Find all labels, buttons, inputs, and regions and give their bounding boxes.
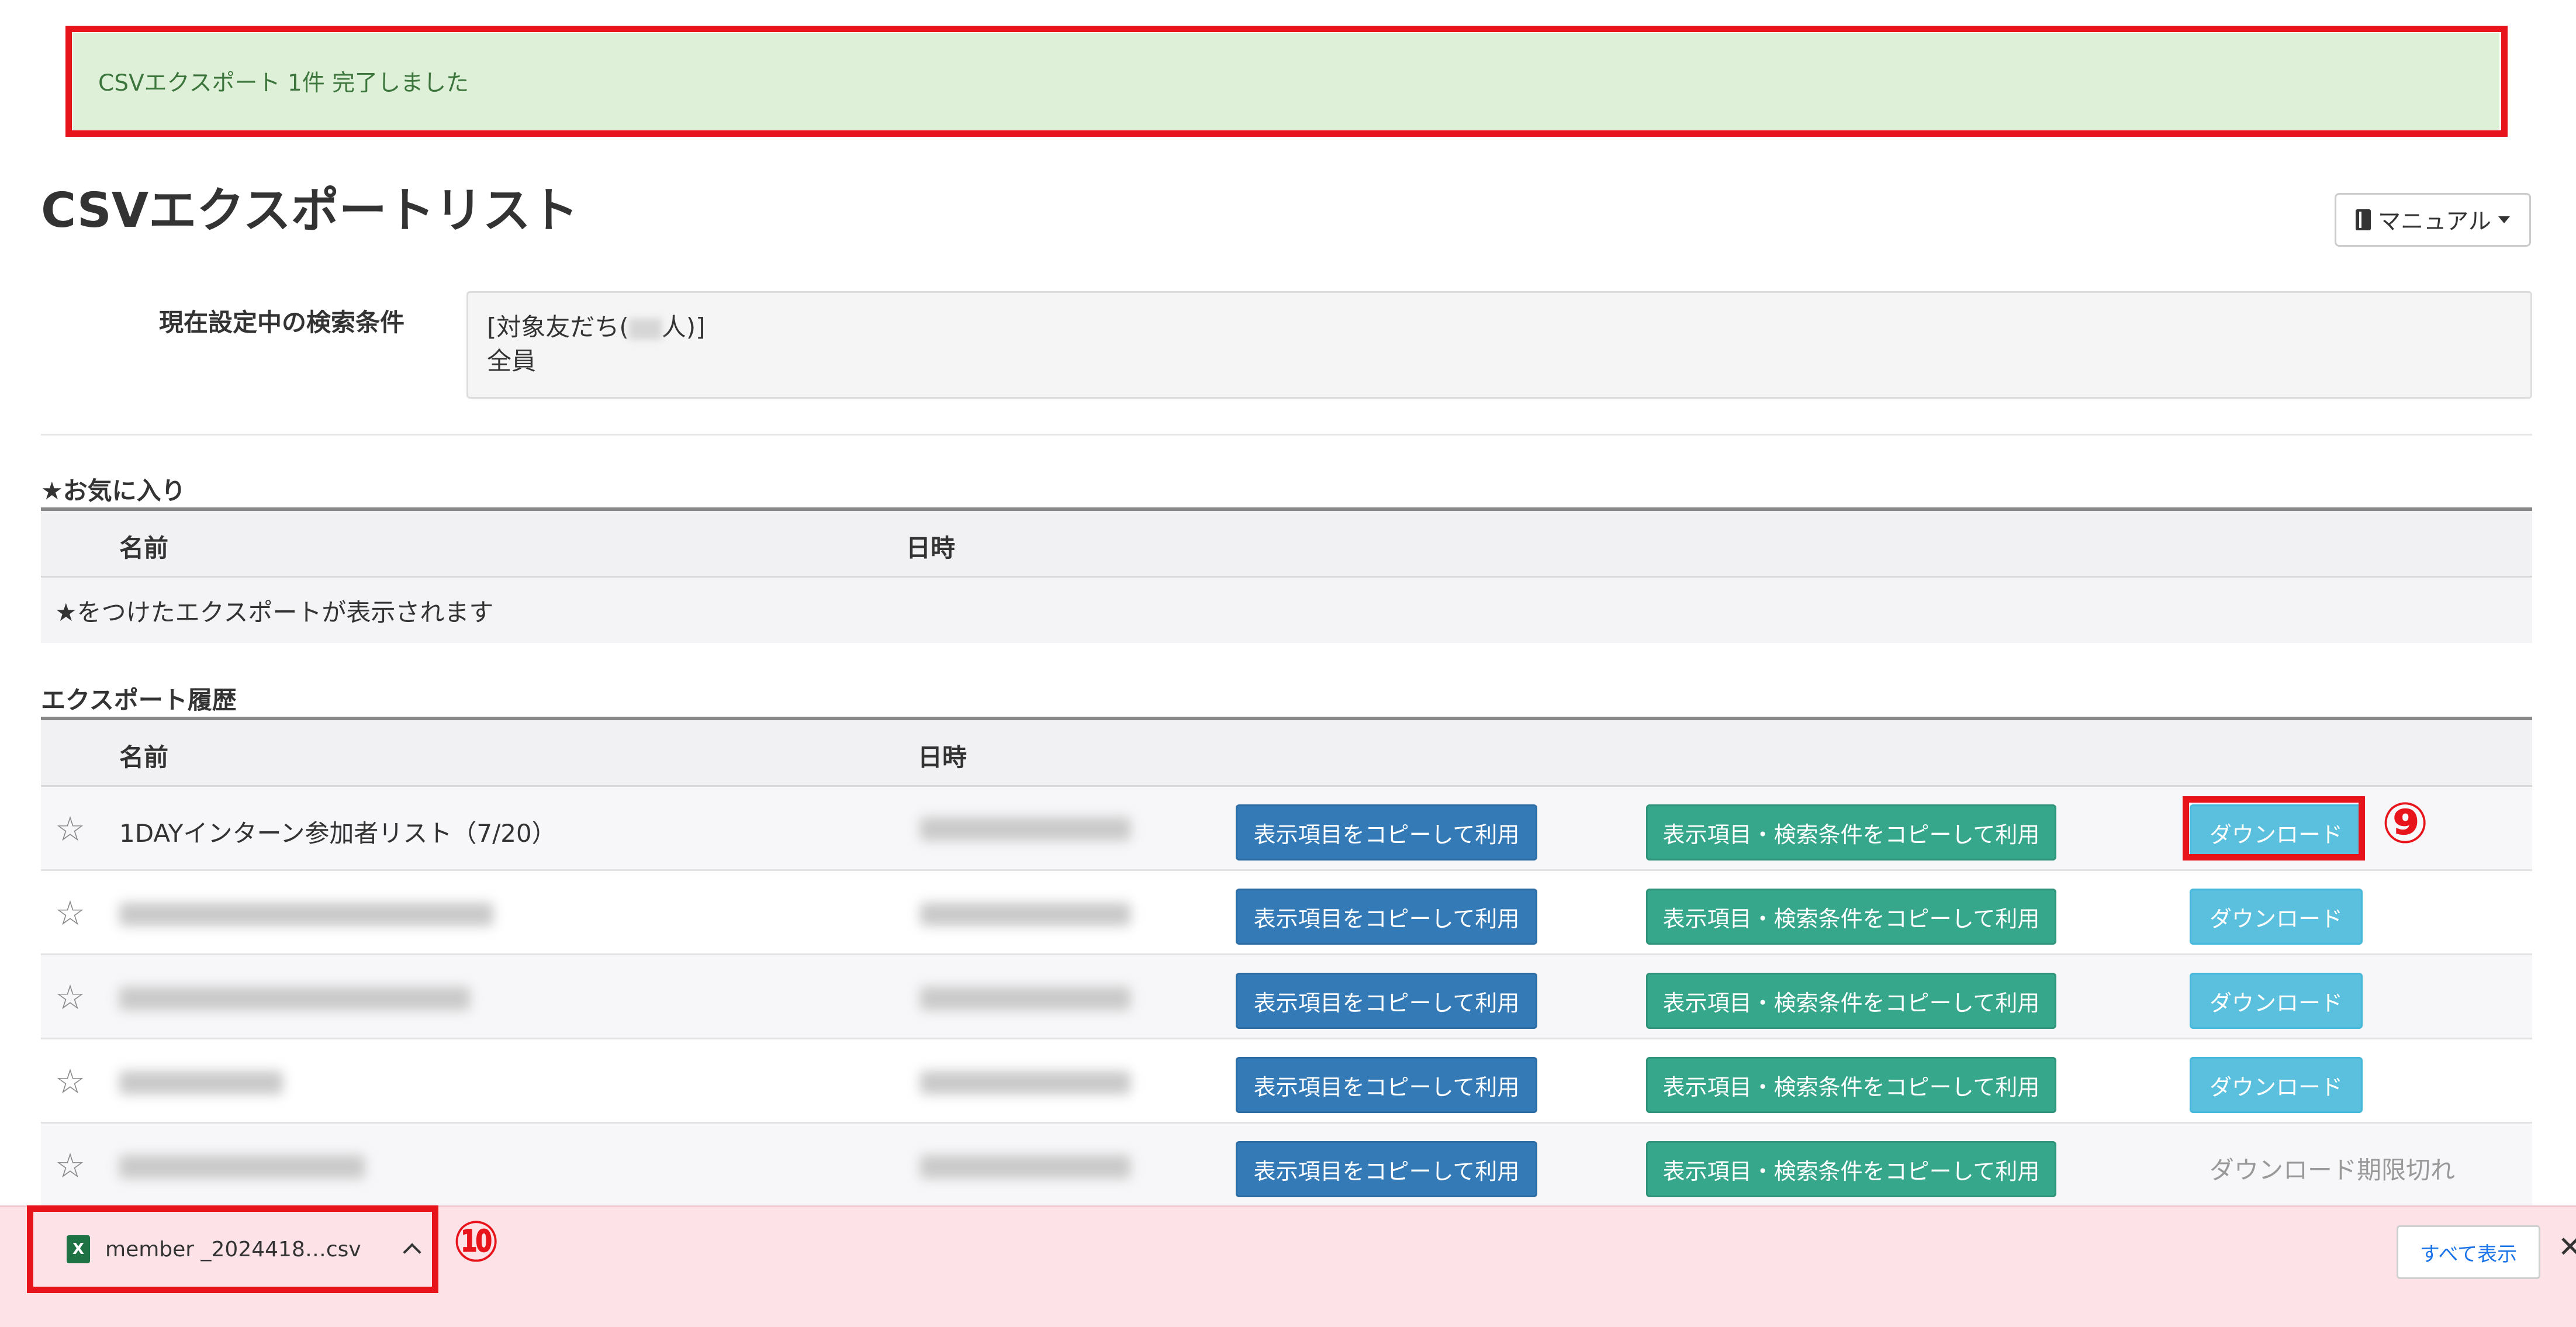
copy-fields-button[interactable]: 表示項目をコピーして利用 bbox=[1236, 804, 1537, 861]
favorites-title: ★お気に入り bbox=[41, 476, 186, 505]
copy-fields-conditions-button[interactable]: 表示項目・検索条件をコピーして利用 bbox=[1646, 804, 2056, 861]
favorites-table-header: 名前 日時 bbox=[41, 507, 2532, 578]
star-outline-icon[interactable]: ☆ bbox=[55, 893, 85, 933]
manual-dropdown-button[interactable]: マニュアル bbox=[2335, 193, 2531, 247]
redacted-date bbox=[920, 1071, 1130, 1094]
table-row: ☆ 表示項目をコピーして利用 表示項目・検索条件をコピーして利用 ダウンロード期… bbox=[41, 1124, 2532, 1208]
export-name: 1DAYインターン参加者リスト（7/20） bbox=[119, 819, 556, 848]
table-row: ☆ 表示項目をコピーして利用 表示項目・検索条件をコピーして利用 ダウンロード bbox=[41, 955, 2532, 1039]
condition-line-1-suffix: 人)] bbox=[661, 313, 706, 341]
redacted-date bbox=[920, 987, 1130, 1010]
copy-fields-button[interactable]: 表示項目をコピーして利用 bbox=[1236, 973, 1537, 1029]
highlight-box-file bbox=[27, 1205, 438, 1293]
step-marker-9: ⑨ bbox=[2381, 790, 2429, 856]
column-date: 日時 bbox=[918, 743, 967, 772]
star-outline-icon[interactable]: ☆ bbox=[55, 1062, 85, 1101]
show-all-button[interactable]: すべて表示 bbox=[2397, 1225, 2540, 1279]
page-title: CSVエクスポートリスト bbox=[41, 183, 579, 239]
redacted-name bbox=[119, 1155, 365, 1179]
copy-fields-button[interactable]: 表示項目をコピーして利用 bbox=[1236, 1141, 1537, 1197]
redacted-count bbox=[628, 318, 662, 340]
caret-down-icon bbox=[2498, 216, 2510, 223]
copy-fields-conditions-button[interactable]: 表示項目・検索条件をコピーして利用 bbox=[1646, 1057, 2056, 1113]
redacted-name bbox=[119, 1071, 283, 1094]
column-name: 名前 bbox=[119, 534, 169, 562]
redacted-date bbox=[920, 903, 1130, 926]
download-button[interactable]: ダウンロード bbox=[2190, 889, 2363, 945]
star-outline-icon[interactable]: ☆ bbox=[55, 809, 85, 849]
redacted-name bbox=[119, 903, 493, 926]
favorites-empty-row: ★をつけたエクスポートが表示されます bbox=[41, 578, 2532, 643]
manual-label: マニュアル bbox=[2378, 209, 2491, 235]
star-outline-icon[interactable]: ☆ bbox=[55, 1146, 85, 1186]
column-date: 日時 bbox=[906, 534, 956, 562]
search-condition-box: [対象友だち( 人)] 全員 bbox=[466, 291, 2532, 399]
download-expired-text: ダウンロード期限切れ bbox=[2210, 1156, 2456, 1184]
copy-fields-conditions-button[interactable]: 表示項目・検索条件をコピーして利用 bbox=[1646, 973, 2056, 1029]
step-marker-10: ⑩ bbox=[452, 1209, 500, 1274]
condition-line-1: [対象友だち( 人)] bbox=[487, 310, 2512, 344]
copy-fields-button[interactable]: 表示項目をコピーして利用 bbox=[1236, 1057, 1537, 1113]
search-condition-label: 現在設定中の検索条件 bbox=[159, 308, 405, 337]
condition-line-1-prefix: [対象友だち( bbox=[487, 313, 629, 341]
star-outline-icon[interactable]: ☆ bbox=[55, 977, 85, 1017]
redacted-date bbox=[920, 1155, 1130, 1179]
condition-line-2: 全員 bbox=[487, 347, 537, 375]
copy-fields-conditions-button[interactable]: 表示項目・検索条件をコピーして利用 bbox=[1646, 889, 2056, 945]
download-button[interactable]: ダウンロード bbox=[2190, 1057, 2363, 1113]
download-button[interactable]: ダウンロード bbox=[2190, 973, 2363, 1029]
table-row: ☆ 1DAYインターン参加者リスト（7/20） 表示項目をコピーして利用 表示項… bbox=[41, 787, 2532, 871]
column-name: 名前 bbox=[119, 743, 169, 772]
table-row: ☆ 表示項目をコピーして利用 表示項目・検索条件をコピーして利用 ダウンロード bbox=[41, 1039, 2532, 1124]
history-title: エクスポート履歴 bbox=[41, 686, 237, 714]
close-icon[interactable]: ✕ bbox=[2558, 1230, 2576, 1264]
divider bbox=[41, 434, 2532, 436]
table-row: ☆ 表示項目をコピーして利用 表示項目・検索条件をコピーして利用 ダウンロード bbox=[41, 871, 2532, 955]
redacted-name bbox=[119, 987, 470, 1010]
highlight-box-alert bbox=[65, 26, 2508, 137]
highlight-box-download bbox=[2183, 796, 2365, 861]
copy-fields-button[interactable]: 表示項目をコピーして利用 bbox=[1236, 889, 1537, 945]
redacted-date bbox=[920, 817, 1130, 841]
history-table-header: 名前 日時 bbox=[41, 717, 2532, 787]
book-icon bbox=[2356, 209, 2371, 230]
copy-fields-conditions-button[interactable]: 表示項目・検索条件をコピーして利用 bbox=[1646, 1141, 2056, 1197]
